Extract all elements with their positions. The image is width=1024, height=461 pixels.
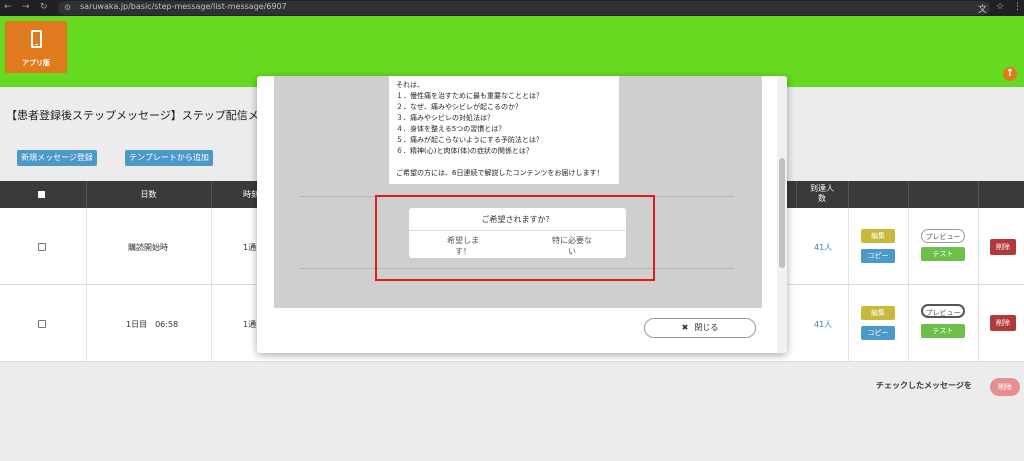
- bulk-action-label: チェックしたメッセージを: [876, 381, 972, 390]
- preview-button[interactable]: プレビュー: [921, 304, 965, 318]
- new-message-button[interactable]: 新規メッセージ登録: [17, 150, 97, 166]
- row-checkbox[interactable]: [38, 243, 46, 251]
- select-all-checkbox[interactable]: [38, 191, 45, 198]
- message-line: ５．痛みが起こらないようにする予防法とは？: [396, 136, 543, 144]
- row-recipients-link[interactable]: 41人: [814, 319, 832, 330]
- modal-scrollbar-thumb[interactable]: [779, 158, 785, 268]
- smartphone-icon: [31, 30, 42, 48]
- message-line: ３．痛みやシビレの対処法は？: [396, 114, 494, 122]
- message-line: ４．身体を整える5つの習慣とは？: [396, 125, 506, 133]
- close-button[interactable]: ✖ 閉じる: [644, 318, 756, 338]
- header-recipients: 到達人 数: [810, 184, 834, 203]
- delete-button[interactable]: 削除: [990, 239, 1016, 255]
- message-line: ご希望の方には、6日連続で解説したコンテンツをお届けします！: [396, 169, 604, 177]
- test-button[interactable]: テスト: [921, 247, 965, 261]
- preview-button[interactable]: プレビュー: [921, 229, 965, 243]
- close-icon: ✖: [681, 323, 689, 332]
- app-version-button[interactable]: アプリ版: [5, 21, 67, 73]
- page-title: 【患者登録後ステップメッセージ】ステップ配信メッセ: [6, 109, 281, 122]
- message-line: ２．なぜ、痛みやシビレが起こるのか？: [396, 103, 522, 111]
- message-line: ６．精神(心)と肉体(体)の症状の関係とは？: [396, 147, 533, 155]
- scroll-top-icon[interactable]: ↑: [1003, 67, 1017, 81]
- copy-button[interactable]: コピー: [861, 249, 895, 263]
- test-button[interactable]: テスト: [921, 324, 965, 338]
- delete-button[interactable]: 削除: [990, 315, 1016, 331]
- add-from-template-button[interactable]: テンプレートから追加: [125, 150, 213, 166]
- edit-button[interactable]: 編集: [861, 306, 895, 320]
- row-day: 購読開始時: [128, 243, 168, 252]
- back-icon[interactable]: ←: [4, 2, 12, 12]
- highlight-box: [375, 195, 655, 281]
- header-days: 日数: [140, 190, 157, 199]
- browser-toolbar: ← → ↻ ⚙ saruwaka.jp/basic/step-message/l…: [0, 0, 1024, 16]
- forward-icon[interactable]: →: [22, 2, 30, 12]
- message-bubble: それは、 １．慢性痛を治すために最も重要なこととは？ ２．なぜ、痛みやシビレが起…: [389, 76, 619, 184]
- message-line: １．慢性痛を治すために最も重要なこととは？: [396, 92, 543, 100]
- row-recipients-link[interactable]: 41人: [814, 242, 832, 253]
- message-line: [396, 157, 612, 168]
- reload-icon[interactable]: ↻: [40, 2, 48, 12]
- bulk-delete-button[interactable]: 削除: [990, 378, 1020, 396]
- menu-dots-icon[interactable]: ⋮: [1013, 2, 1022, 12]
- row-day: 1日目 06:58: [126, 320, 179, 329]
- translate-icon[interactable]: 文: [978, 2, 987, 15]
- url-text[interactable]: saruwaka.jp/basic/step-message/list-mess…: [80, 2, 287, 11]
- row-checkbox[interactable]: [38, 320, 46, 328]
- bookmark-star-icon[interactable]: ☆: [996, 2, 1004, 12]
- copy-button[interactable]: コピー: [861, 326, 895, 340]
- site-info-icon[interactable]: ⚙: [64, 3, 71, 12]
- close-label: 閉じる: [694, 323, 719, 332]
- message-line: それは、: [396, 81, 424, 89]
- edit-button[interactable]: 編集: [861, 229, 895, 243]
- app-version-label: アプリ版: [22, 59, 50, 67]
